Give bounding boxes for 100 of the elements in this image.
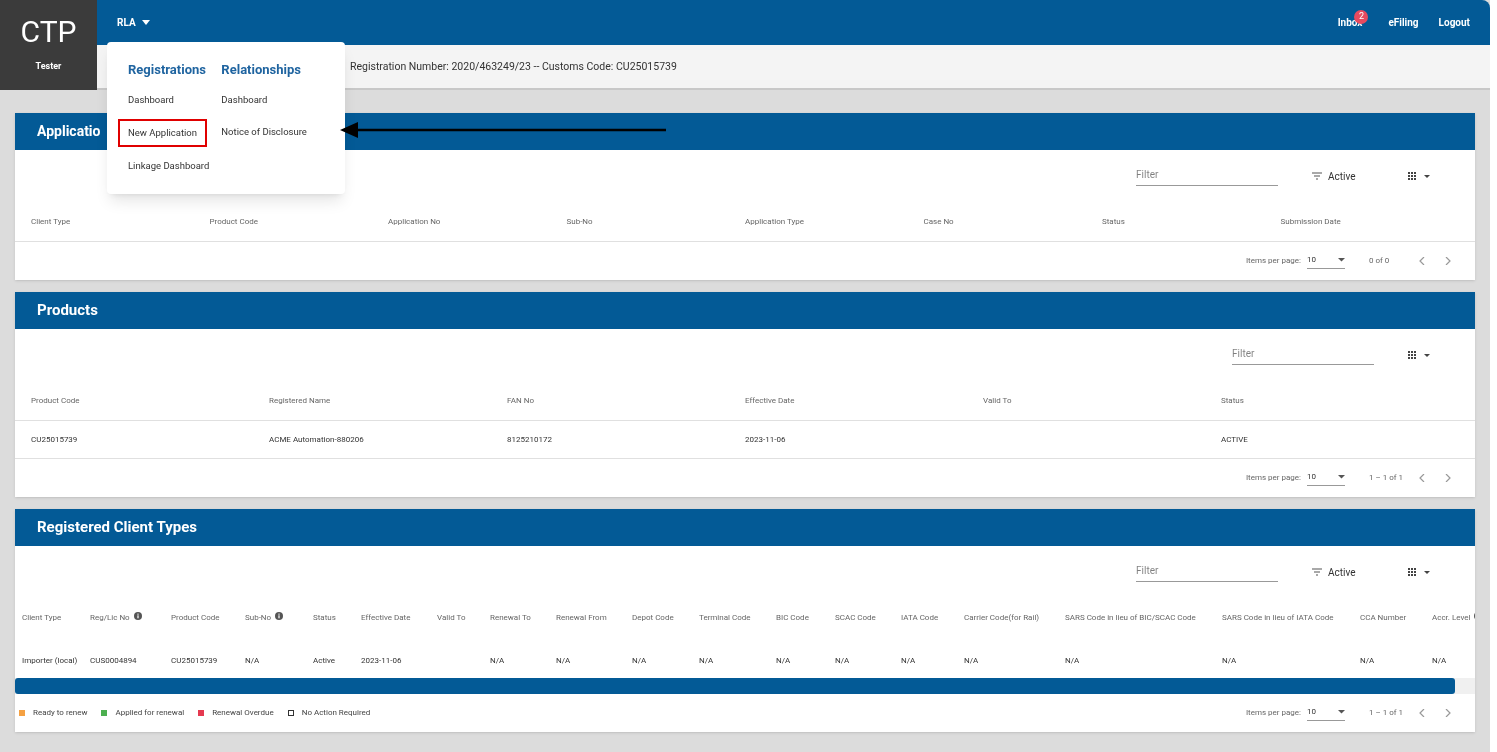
menu-item[interactable]: New Application: [118, 118, 208, 147]
range-label: 1 – 1 of 1: [1369, 472, 1405, 484]
registration-info: Registration Number: 2020/463249/23 -- Customs Code: CU25015739: [350, 58, 677, 75]
column-header: SCAC Code: [835, 612, 876, 624]
table-cell: N/A: [776, 656, 791, 665]
caret-icon: [1338, 474, 1345, 479]
menu-item[interactable]: Dashboard: [221, 93, 268, 106]
column-header: FAN No: [507, 394, 535, 407]
menu-item[interactable]: Notice of Disclosure: [221, 125, 307, 138]
filter-icon: [1312, 172, 1322, 180]
menu-item[interactable]: Linkage Dashboard: [128, 159, 210, 172]
nav-link[interactable]: Logout: [1438, 15, 1470, 30]
column-header: Valid To: [983, 394, 1013, 407]
panel-title: Applicatio: [37, 122, 101, 141]
menu-item[interactable]: Dashboard: [128, 93, 174, 106]
chevron-right-icon: [1445, 709, 1451, 717]
column-header: Sub-No: [566, 215, 594, 228]
legend-label: Renewal Overdue: [212, 707, 274, 719]
column-header: Sub-No: [245, 612, 272, 624]
table-cell: N/A: [1065, 656, 1080, 665]
page-size-select[interactable]: 10: [1307, 470, 1345, 486]
table-cell: N/A: [556, 656, 571, 665]
column-picker-button[interactable]: [1408, 568, 1430, 576]
column-header: Effective Date: [745, 394, 796, 407]
column-header: Terminal Code: [699, 612, 751, 624]
items-per-page-label: Items per page:: [1245, 707, 1301, 719]
filter-icon: [1312, 568, 1322, 576]
table-cell-text: CU25015739: [31, 433, 79, 446]
column-header: Renewal From: [556, 612, 607, 624]
range-label: 0 of 0: [1369, 255, 1391, 267]
table-cell: N/A: [245, 656, 260, 665]
table-cell: N/A: [632, 656, 647, 665]
column-header: Reg/Lic No: [90, 612, 130, 624]
nav-link[interactable]: eFiling: [1388, 15, 1419, 30]
page-size-value: 10: [1307, 470, 1316, 483]
caret-icon: [141, 20, 150, 25]
grid-icon: [1408, 568, 1416, 576]
chevron-left-icon: [1419, 709, 1425, 717]
menu-heading: Registrations: [128, 61, 207, 79]
table-cell: Importer (local): [22, 656, 78, 665]
rla-menu-button[interactable]: RLA: [117, 15, 150, 30]
column-header: Depot Code: [632, 612, 674, 624]
filter-field[interactable]: Filter: [1232, 345, 1374, 365]
table-cell: N/A: [699, 656, 714, 665]
column-header: Status: [313, 612, 336, 624]
page-size-select[interactable]: 10: [1307, 253, 1345, 269]
column-header: Status: [1102, 215, 1126, 228]
status-filter-button[interactable]: Active: [1312, 564, 1374, 580]
table-cell-text: 8125210172: [507, 433, 553, 446]
chevron-right-icon: [1445, 257, 1451, 265]
column-header: Product Code: [209, 215, 259, 228]
column-picker-button[interactable]: [1408, 172, 1430, 180]
table-cell: N/A: [835, 656, 850, 665]
column-header: Product Code: [31, 394, 81, 407]
table-cell-text: ACTIVE: [1221, 433, 1249, 446]
table-cell-text: 2023-11-06: [745, 433, 787, 446]
chevron-left-icon: [1419, 474, 1425, 482]
panel-title: Registered Client Types: [37, 517, 197, 539]
logo-text: CTP: [20, 14, 77, 50]
chevron-right-icon: [1445, 474, 1451, 482]
column-header: Carrier Code(for Rail): [964, 612, 1040, 624]
status-filter-button[interactable]: Active: [1312, 168, 1374, 184]
column-header: Case No: [923, 215, 955, 228]
table-cell-text: ACME Automation-880206: [269, 433, 365, 446]
column-picker-button[interactable]: [1408, 351, 1430, 359]
grid-icon: [1408, 172, 1416, 180]
column-header: Client Type: [22, 612, 62, 624]
table-cell: N/A: [964, 656, 979, 665]
caret-icon: [1338, 709, 1345, 714]
table-cell: N/A: [1360, 656, 1375, 665]
column-header: IATA Code: [901, 612, 939, 624]
menu-heading: Relationships: [221, 61, 302, 79]
table-cell: CU25015739: [171, 656, 218, 665]
table-cell: N/A: [901, 656, 916, 665]
legend-label: No Action Required: [301, 707, 371, 719]
column-header: Submission Date: [1280, 215, 1342, 228]
page-size-value: 10: [1307, 253, 1316, 266]
items-per-page-label: Items per page:: [1245, 472, 1301, 484]
items-per-page-label: Items per page:: [1245, 255, 1301, 267]
table-cell: Active: [313, 656, 336, 665]
chevron-left-icon: [1419, 257, 1425, 265]
column-header: Renewal To: [490, 612, 531, 624]
filter-field[interactable]: Filter: [1136, 562, 1278, 582]
column-header: Status: [1221, 394, 1245, 407]
caret-icon: [1338, 257, 1345, 262]
column-header: Registered Name: [269, 394, 332, 407]
table-cell: 2023-11-06: [361, 656, 402, 665]
panel-title: Products: [37, 300, 98, 322]
user-name: Tester: [35, 60, 62, 73]
table-cell: N/A: [1222, 656, 1237, 665]
column-header: SARS Code in lieu of IATA Code: [1222, 612, 1334, 624]
caret-icon: [1424, 570, 1430, 574]
column-header: Client Type: [31, 215, 72, 228]
table-cell: N/A: [490, 656, 505, 665]
column-header: CCA Number: [1360, 612, 1407, 624]
table-cell: CUS0004894: [90, 656, 137, 665]
column-header: BIC Code: [776, 612, 809, 624]
filter-field[interactable]: Filter: [1136, 166, 1278, 186]
page-size-select[interactable]: 10: [1307, 705, 1345, 721]
column-header: Application Type: [745, 215, 805, 228]
